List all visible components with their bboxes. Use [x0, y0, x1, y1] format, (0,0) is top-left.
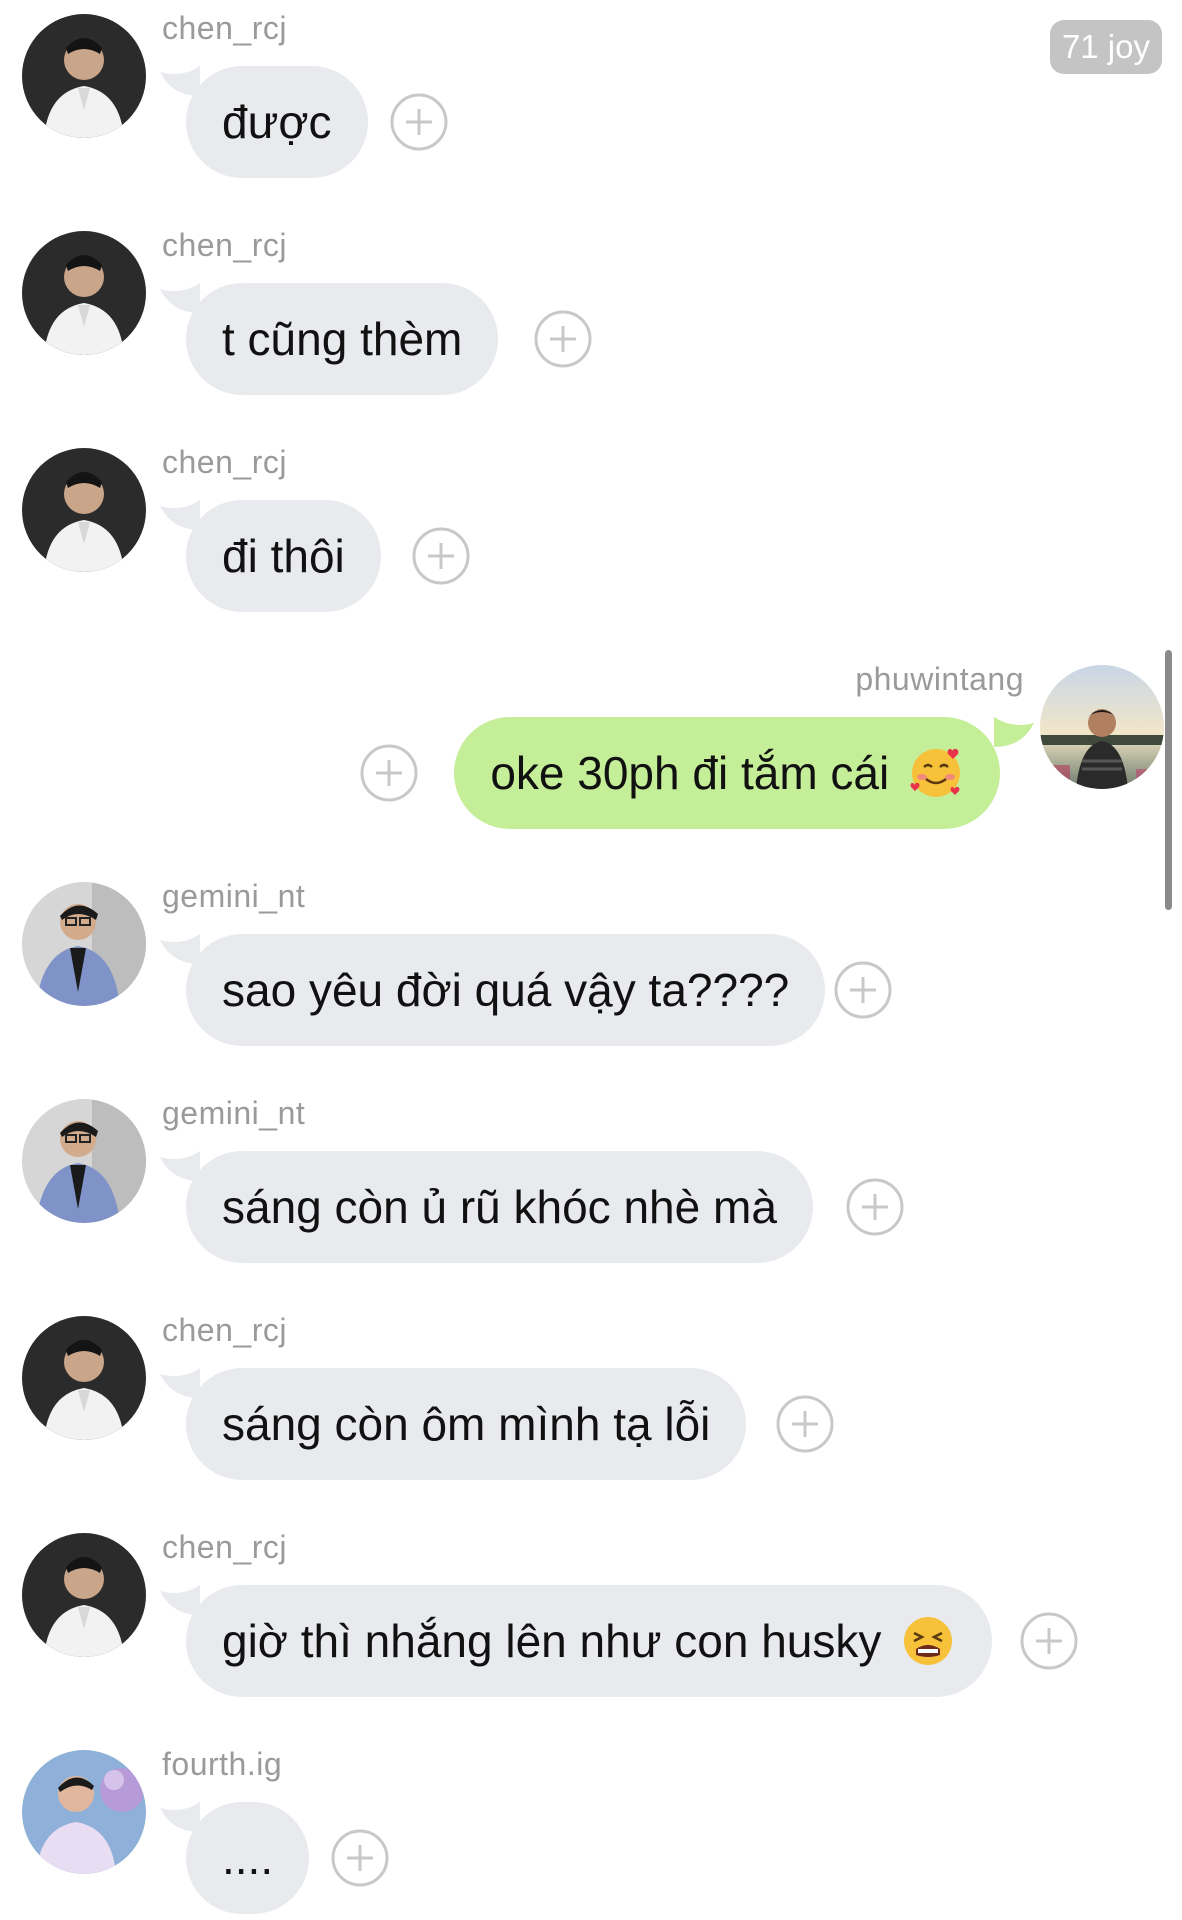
message-text: oke 30ph đi tắm cái — [490, 747, 890, 799]
chat-thread: 71 joy chen_rcj được chen_rcj t cũng thè… — [0, 0, 1182, 1920]
message-bubble-outgoing[interactable]: oke 30ph đi tắm cái — [454, 717, 1000, 829]
sender-name: chen_rcj — [162, 1312, 287, 1348]
sender-name: chen_rcj — [162, 1529, 287, 1565]
add-reaction-plus-icon[interactable] — [1020, 1612, 1078, 1670]
add-reaction-plus-icon[interactable] — [360, 744, 418, 802]
sender-name: chen_rcj — [162, 10, 287, 46]
avatar-chen-rcj-icon[interactable] — [22, 448, 146, 572]
add-reaction-plus-icon[interactable] — [776, 1395, 834, 1453]
message-row: chen_rcj đi thôi — [0, 434, 1182, 634]
message-bubble[interactable]: sao yêu đời quá vậy ta???? — [186, 934, 826, 1046]
add-reaction-plus-icon[interactable] — [834, 961, 892, 1019]
message-bubble[interactable]: giờ thì nhắng lên như con husky — [186, 1585, 993, 1697]
message-bubble[interactable]: t cũng thèm — [186, 283, 499, 395]
message-row: gemini_nt sáng còn ủ rũ khóc nhè mà — [0, 1085, 1182, 1285]
add-reaction-plus-icon[interactable] — [846, 1178, 904, 1236]
sender-name: gemini_nt — [162, 1095, 306, 1131]
bubble-tail — [994, 717, 1034, 747]
message-row: chen_rcj được — [0, 0, 1182, 200]
message-row: fourth.ig .... — [0, 1736, 1182, 1920]
sender-name: gemini_nt — [162, 878, 306, 914]
message-row: chen_rcj giờ thì nhắng lên như con husky — [0, 1519, 1182, 1719]
add-reaction-plus-icon[interactable] — [534, 310, 592, 368]
message-bubble[interactable]: .... — [186, 1802, 310, 1914]
sender-name: chen_rcj — [162, 444, 287, 480]
avatar-chen-rcj-icon[interactable] — [22, 1316, 146, 1440]
avatar-phuwintang-icon[interactable] — [1040, 665, 1164, 789]
message-bubble[interactable]: sáng còn ôm mình tạ lỗi — [186, 1368, 747, 1480]
message-row: chen_rcj sáng còn ôm mình tạ lỗi — [0, 1302, 1182, 1502]
message-row: chen_rcj t cũng thèm — [0, 217, 1182, 417]
avatar-chen-rcj-icon[interactable] — [22, 1533, 146, 1657]
avatar-chen-rcj-icon[interactable] — [22, 14, 146, 138]
smiling-face-with-hearts-icon — [908, 745, 964, 801]
avatar-chen-rcj-icon[interactable] — [22, 231, 146, 355]
add-reaction-plus-icon[interactable] — [390, 93, 448, 151]
add-reaction-plus-icon[interactable] — [331, 1829, 389, 1887]
avatar-fourth-ig-icon[interactable] — [22, 1750, 146, 1874]
sender-name: phuwintang — [855, 661, 1024, 697]
message-bubble[interactable]: sáng còn ủ rũ khóc nhè mà — [186, 1151, 813, 1263]
tired-face-icon — [900, 1613, 956, 1669]
message-text: giờ thì nhắng lên như con husky — [222, 1615, 882, 1667]
message-row: gemini_nt sao yêu đời quá vậy ta???? — [0, 868, 1182, 1068]
message-bubble[interactable]: được — [186, 66, 368, 178]
message-bubble[interactable]: đi thôi — [186, 500, 381, 612]
sender-name: fourth.ig — [162, 1746, 283, 1782]
avatar-gemini-nt-icon[interactable] — [22, 1099, 146, 1223]
sender-name: chen_rcj — [162, 227, 287, 263]
add-reaction-plus-icon[interactable] — [412, 527, 470, 585]
message-row-outgoing: phuwintang oke 30ph đi tắm cái — [0, 651, 1182, 851]
avatar-gemini-nt-icon[interactable] — [22, 882, 146, 1006]
